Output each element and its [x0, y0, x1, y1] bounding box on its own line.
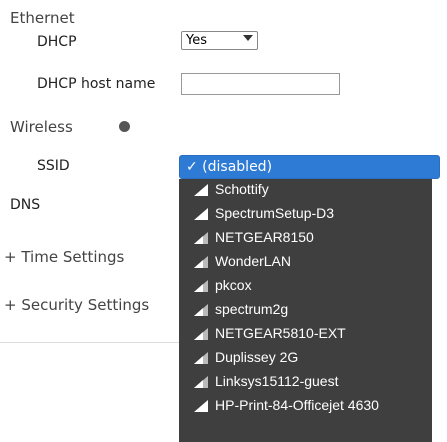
chevron-down-icon: [243, 35, 253, 41]
ssid-option[interactable]: spectrum2g: [179, 299, 432, 321]
divider: [0, 342, 180, 343]
ssid-select[interactable]: ✓ (disabled): [179, 155, 440, 179]
ssid-option[interactable]: WonderLAN: [179, 251, 432, 273]
ssid-option[interactable]: Linksys15112-guest: [179, 371, 432, 393]
ethernet-heading: Ethernet: [10, 9, 75, 27]
ssid-option-label: SpectrumSetup-D3: [215, 205, 335, 221]
security-settings-toggle[interactable]: + Security Settings: [4, 296, 149, 314]
ssid-label: SSID: [37, 158, 70, 174]
ssid-option[interactable]: pkcox: [179, 275, 432, 297]
ssid-option[interactable]: HP-Print-84-Officejet 4630: [179, 395, 432, 417]
ssid-option[interactable]: Schottify: [179, 179, 432, 201]
wifi-signal-icon: [194, 304, 208, 316]
ssid-option[interactable]: NETGEAR5810-EXT: [179, 323, 432, 345]
ssid-option-label: Schottify: [215, 181, 269, 197]
wifi-signal-icon: [194, 280, 208, 292]
wifi-signal-icon: [194, 208, 208, 220]
ssid-option-label: Duplissey 2G: [215, 349, 299, 365]
dhcp-label: DHCP: [37, 34, 77, 50]
dhcp-hostname-input[interactable]: [181, 73, 340, 95]
ssid-option-label: HP-Print-84-Officejet 4630: [215, 397, 379, 413]
ssid-select-value: ✓ (disabled): [186, 159, 273, 175]
wifi-signal-icon: [194, 328, 208, 340]
ssid-option-label: NETGEAR5810-EXT: [215, 325, 346, 341]
wireless-heading: Wireless: [10, 118, 73, 136]
wifi-signal-icon: [194, 256, 208, 268]
ssid-option[interactable]: Duplissey 2G: [179, 347, 432, 369]
ssid-option-label: Linksys15112-guest: [215, 373, 339, 389]
dns-label: DNS: [10, 197, 41, 213]
wireless-status-icon: [119, 121, 130, 132]
dhcp-hostname-label: DHCP host name: [37, 76, 156, 92]
dhcp-select-value: Yes: [186, 33, 207, 48]
ssid-option[interactable]: SpectrumSetup-D3: [179, 203, 432, 225]
wifi-signal-icon: [194, 400, 208, 412]
ssid-option[interactable]: NETGEAR8150: [179, 227, 432, 249]
ssid-option-label: pkcox: [215, 277, 252, 293]
ssid-option-label: spectrum2g: [215, 301, 289, 317]
wifi-signal-icon: [194, 352, 208, 364]
ssid-option-label: WonderLAN: [215, 253, 292, 269]
wifi-signal-icon: [194, 376, 208, 388]
ssid-dropdown-list: Schottify SpectrumSetup-D3 NETGEAR8150 W…: [179, 179, 432, 442]
ssid-option-label: NETGEAR8150: [215, 229, 314, 245]
dhcp-select[interactable]: Yes: [181, 31, 258, 50]
wifi-signal-icon: [194, 232, 208, 244]
time-settings-toggle[interactable]: + Time Settings: [4, 248, 124, 266]
wifi-signal-icon: [194, 184, 208, 196]
